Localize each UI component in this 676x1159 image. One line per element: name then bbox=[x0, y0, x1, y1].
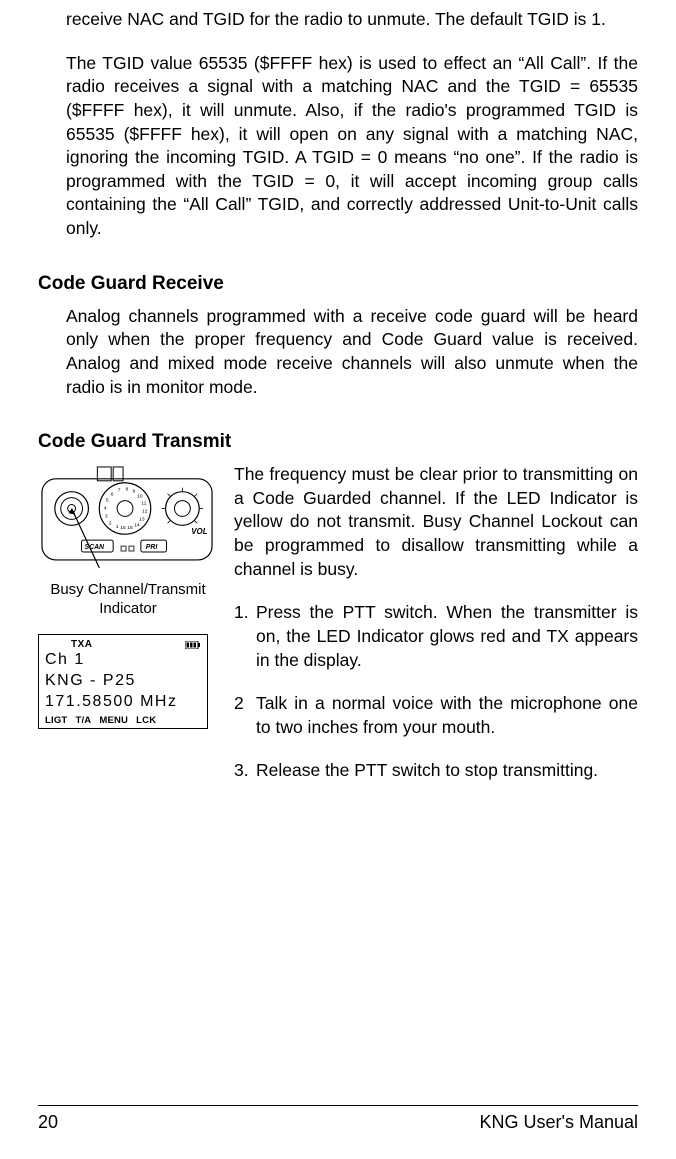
lcd-line-2: KNG - P25 bbox=[45, 671, 201, 692]
svg-text:4: 4 bbox=[104, 506, 107, 512]
intro-paragraph-2: The TGID value 65535 ($FFFF hex) is used… bbox=[66, 52, 638, 241]
svg-text:15: 15 bbox=[127, 525, 133, 531]
svg-text:11: 11 bbox=[141, 501, 146, 507]
softkey-menu: MENU bbox=[99, 715, 128, 726]
lcd-txa-indicator: TXA bbox=[71, 639, 93, 650]
battery-icon bbox=[185, 641, 201, 649]
svg-text:13: 13 bbox=[139, 516, 145, 522]
svg-text:3: 3 bbox=[105, 514, 108, 520]
svg-text:2: 2 bbox=[109, 520, 112, 526]
step-1: 1. Press the PTT switch. When the transm… bbox=[234, 601, 638, 672]
lcd-display: TXA Ch 1 KNG - P25 171.58500 MHz LIGT T/… bbox=[38, 634, 208, 728]
svg-text:9: 9 bbox=[133, 489, 136, 495]
lcd-line-3: 171.58500 MHz bbox=[45, 692, 201, 713]
page-number: 20 bbox=[38, 1112, 58, 1133]
svg-text:14: 14 bbox=[134, 522, 140, 528]
svg-text:8: 8 bbox=[126, 487, 129, 493]
svg-text:6: 6 bbox=[111, 492, 114, 498]
scan-label: SCAN bbox=[84, 544, 105, 551]
manual-title: KNG User's Manual bbox=[480, 1112, 638, 1133]
code-guard-transmit-body: The frequency must be clear prior to tra… bbox=[234, 463, 638, 581]
svg-text:12: 12 bbox=[142, 509, 148, 515]
softkey-ta: T/A bbox=[75, 715, 91, 726]
heading-code-guard-transmit: Code Guard Transmit bbox=[38, 431, 638, 453]
heading-code-guard-receive: Code Guard Receive bbox=[38, 273, 638, 295]
code-guard-receive-body: Analog channels programmed with a receiv… bbox=[66, 305, 638, 400]
svg-text:5: 5 bbox=[106, 498, 109, 504]
svg-text:10: 10 bbox=[137, 494, 143, 500]
step-3: 3. Release the PTT switch to stop transm… bbox=[234, 759, 638, 783]
softkey-lck: LCK bbox=[136, 715, 156, 726]
svg-text:16: 16 bbox=[120, 525, 126, 531]
diagram-caption: Busy Channel/Transmit Indicator bbox=[38, 581, 218, 619]
volume-label: VOL bbox=[191, 527, 207, 536]
softkey-ligt: LIGT bbox=[45, 715, 67, 726]
svg-text:7: 7 bbox=[118, 488, 121, 494]
svg-text:1: 1 bbox=[116, 524, 119, 530]
pri-label: PRI bbox=[146, 544, 159, 551]
lcd-line-1: Ch 1 bbox=[45, 650, 201, 671]
radio-top-diagram: 123 456 789 101112 131415 16 VOL bbox=[38, 463, 216, 570]
step-2: 2 Talk in a normal voice with the microp… bbox=[234, 692, 638, 739]
intro-paragraph-1: receive NAC and TGID for the radio to un… bbox=[66, 8, 638, 32]
